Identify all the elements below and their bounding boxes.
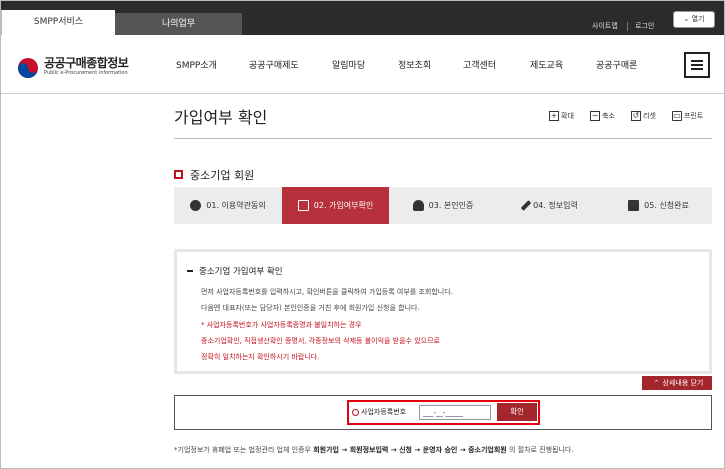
detail-close-button[interactable]: ⌃ 상세내용 닫기 [642, 376, 712, 390]
nav-item-notices[interactable]: 알림마당 [332, 58, 365, 71]
document-check-icon [628, 200, 640, 211]
radio-bullet-icon [352, 408, 359, 416]
info-warning-line: 정확히 일치하는지 확인하시기 바랍니다. [201, 353, 320, 361]
zoom-out-button[interactable]: − 축소 [590, 111, 615, 121]
step-info-input: 04. 정보입력 [497, 187, 605, 224]
detail-close-label: 상세내용 닫기 [662, 379, 704, 387]
info-warning-line: 중소기업확인, 직접생산확인 증명서, 각종정보의 삭제등 불이익을 받을수 있… [201, 337, 440, 345]
signup-steps: 01. 이용약관동의 02. 가입여부확인 03. 본인인증 04. 정보입력 … [174, 187, 712, 224]
step-label: 04. 정보입력 [533, 201, 578, 210]
header-divider [1, 93, 724, 94]
open-label: 열기 [691, 15, 705, 23]
tab-smpp-service[interactable]: SMPP서비스 [1, 10, 115, 35]
business-number-label: 사업자등록번호 [352, 407, 406, 417]
hamburger-icon-bar [691, 68, 703, 70]
step-application-complete: 05. 신청완료 [605, 187, 712, 224]
plus-icon: + [549, 111, 559, 121]
nav-item-procurement-forum[interactable]: 공공구매론 [596, 58, 637, 71]
chevron-down-icon: ⌄ [683, 15, 690, 23]
hamburger-menu-button[interactable] [684, 52, 710, 78]
title-divider [174, 138, 712, 139]
person-icon [412, 200, 424, 211]
pencil-icon [520, 200, 532, 211]
step-label: 01. 이용약관동의 [206, 201, 266, 210]
print-button[interactable]: ▭ 프린트 [672, 111, 703, 121]
section-bullet-icon [174, 170, 183, 179]
section-title: 중소기업 회원 [190, 169, 255, 182]
confirm-button[interactable]: 확인 [497, 403, 537, 421]
page-frame: SMPP서비스 나의업무 사이트맵 로그인 ⌄ 열기 공공구매종합정보 Publ… [0, 0, 725, 469]
login-link[interactable]: 로그인 [635, 21, 654, 31]
sitemap-link[interactable]: 사이트맵 [592, 21, 618, 31]
info-heading: 중소기업 가입여부 확인 [199, 267, 283, 277]
step-membership-check: 02. 가입여부확인 [282, 187, 389, 224]
footnote-prefix: *기업정보가 휴폐업 또는 법정관리 업체 인증우 [174, 446, 314, 454]
hamburger-icon [691, 60, 703, 62]
zoom-in-label: 확대 [561, 112, 574, 120]
step-identity-verification: 03. 본인인증 [389, 187, 497, 224]
monitor-icon [297, 200, 309, 211]
open-button[interactable]: ⌄ 열기 [673, 11, 715, 28]
footnote-flow: 회원가입 → 회원정보입력 → 신청 → 운영자 승인 → 중소기업회원 [313, 446, 507, 454]
step-terms-agreement: 01. 이용약관동의 [174, 187, 282, 224]
step-label: 03. 본인인증 [428, 201, 474, 210]
nav-item-smpp-intro[interactable]: SMPP소개 [176, 58, 217, 71]
zoom-in-button[interactable]: + 확대 [549, 111, 574, 121]
minus-icon: − [590, 111, 600, 121]
zoom-out-label: 축소 [602, 112, 615, 120]
divider [627, 22, 628, 31]
reset-label: 리셋 [643, 112, 656, 120]
logo-title[interactable]: 공공구매종합정보 [44, 54, 129, 71]
footnote: *기업정보가 휴폐업 또는 법정관리 업체 인증우 회원가입 → 회원정보입력 … [174, 445, 574, 455]
nav-item-info-search[interactable]: 정보조회 [398, 58, 431, 71]
business-number-input[interactable] [419, 405, 491, 420]
print-label: 프린트 [684, 112, 704, 120]
reset-button[interactable]: ↺ 리셋 [631, 111, 656, 121]
tab-my-work[interactable]: 나의업무 [115, 13, 242, 35]
hamburger-icon-bar [691, 64, 703, 66]
info-text-line: 먼저 사업자등록번호를 입력하시고, 확인버튼을 클릭하여 가입등록 여부를 조… [201, 288, 453, 296]
info-bullet [187, 270, 193, 272]
taegeuk-logo-icon [18, 58, 38, 78]
info-warning-line: * 사업자등록번호가 사업자등록증명과 불일치하는 경우 [201, 321, 362, 329]
info-text-line: 다음엔 대표자(또는 담당자) 본인인증을 거친 후에 회원가입 신청을 합니다… [201, 304, 420, 312]
nav-item-customer-center[interactable]: 고객센터 [463, 58, 496, 71]
chevron-up-icon: ⌃ [653, 379, 660, 387]
logo-subtitle: Public e-Procurement information [44, 70, 128, 76]
nav-item-education[interactable]: 제도교육 [530, 58, 563, 71]
page-title: 가입여부 확인 [174, 108, 268, 127]
printer-icon: ▭ [672, 111, 682, 121]
footnote-suffix: 의 절차로 진행됩니다. [506, 446, 574, 454]
business-number-label-text: 사업자등록번호 [361, 408, 407, 416]
step-label: 05. 신청완료 [644, 201, 689, 210]
step-label: 02. 가입여부확인 [313, 201, 374, 210]
reset-icon: ↺ [631, 111, 641, 121]
nav-item-procurement-system[interactable]: 공공구매제도 [249, 58, 299, 71]
check-circle-icon [190, 200, 202, 211]
